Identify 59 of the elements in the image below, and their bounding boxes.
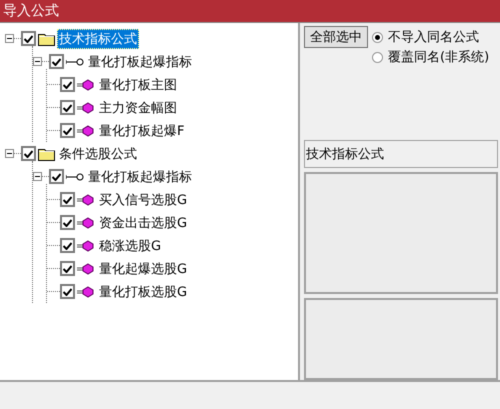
gem-icon bbox=[77, 286, 95, 298]
select-all-button[interactable]: 全部选中 bbox=[304, 26, 368, 48]
tree-item[interactable]: 技术指标公式 bbox=[57, 28, 139, 48]
gem-icon bbox=[77, 240, 95, 252]
check-icon bbox=[63, 196, 72, 204]
check-icon bbox=[63, 288, 72, 296]
check-icon bbox=[24, 34, 33, 42]
tree-item[interactable]: 量化打板主图 bbox=[97, 74, 179, 94]
tree-item[interactable]: 量化打板起爆指标 bbox=[86, 166, 194, 186]
tree-item[interactable]: 量化起爆选股G bbox=[97, 258, 190, 278]
tree-item[interactable]: 量化打板起爆F bbox=[97, 120, 186, 140]
info-field: 技术指标公式 bbox=[304, 140, 498, 168]
tree-item[interactable]: 买入信号选股G bbox=[97, 190, 190, 210]
key-icon bbox=[66, 56, 84, 66]
expander-icon[interactable] bbox=[5, 149, 14, 158]
check-icon bbox=[63, 242, 72, 250]
radio-label: 不导入同名公式 bbox=[388, 29, 479, 46]
window-title: 导入公式 bbox=[3, 2, 59, 20]
tree-item[interactable]: 主力资金幅图 bbox=[97, 98, 179, 118]
checkbox[interactable] bbox=[60, 100, 75, 115]
tree-item[interactable]: 条件选股公式 bbox=[57, 144, 139, 164]
tree-item[interactable]: 量化打板起爆指标 bbox=[86, 52, 194, 72]
checkbox[interactable] bbox=[21, 146, 36, 161]
expander-icon[interactable] bbox=[5, 34, 14, 43]
gem-icon bbox=[77, 78, 95, 90]
check-icon bbox=[63, 264, 72, 272]
check-icon bbox=[63, 126, 72, 134]
checkbox[interactable] bbox=[49, 54, 64, 69]
gem-icon bbox=[77, 216, 95, 228]
checkbox[interactable] bbox=[21, 31, 36, 46]
check-icon bbox=[63, 218, 72, 226]
expander-icon[interactable] bbox=[33, 57, 42, 66]
checkbox[interactable] bbox=[60, 238, 75, 253]
gem-icon bbox=[77, 194, 95, 206]
radio-button[interactable] bbox=[372, 52, 383, 62]
radio-button[interactable] bbox=[372, 32, 383, 42]
folder-icon bbox=[38, 146, 55, 160]
checkbox[interactable] bbox=[60, 261, 75, 276]
checkbox[interactable] bbox=[60, 77, 75, 92]
checkbox[interactable] bbox=[60, 192, 75, 207]
check-icon bbox=[52, 58, 61, 66]
expander-icon[interactable] bbox=[33, 172, 42, 181]
check-icon bbox=[63, 80, 72, 88]
check-icon bbox=[24, 150, 33, 158]
key-icon bbox=[66, 172, 84, 182]
folder-icon bbox=[38, 32, 55, 46]
checkbox[interactable] bbox=[60, 123, 75, 138]
checkbox[interactable] bbox=[60, 284, 75, 299]
gem-icon bbox=[77, 124, 95, 136]
gem-icon bbox=[77, 102, 95, 114]
check-icon bbox=[52, 172, 61, 180]
checkbox[interactable] bbox=[60, 215, 75, 230]
check-icon bbox=[63, 104, 72, 112]
checkbox[interactable] bbox=[49, 169, 64, 184]
tree-item[interactable]: 量化打板选股G bbox=[97, 282, 190, 302]
gem-icon bbox=[77, 262, 95, 274]
tree-item[interactable]: 资金出击选股G bbox=[97, 212, 190, 232]
tree-item[interactable]: 稳涨选股G bbox=[97, 236, 164, 256]
radio-label: 覆盖同名(非系统) bbox=[388, 49, 490, 66]
